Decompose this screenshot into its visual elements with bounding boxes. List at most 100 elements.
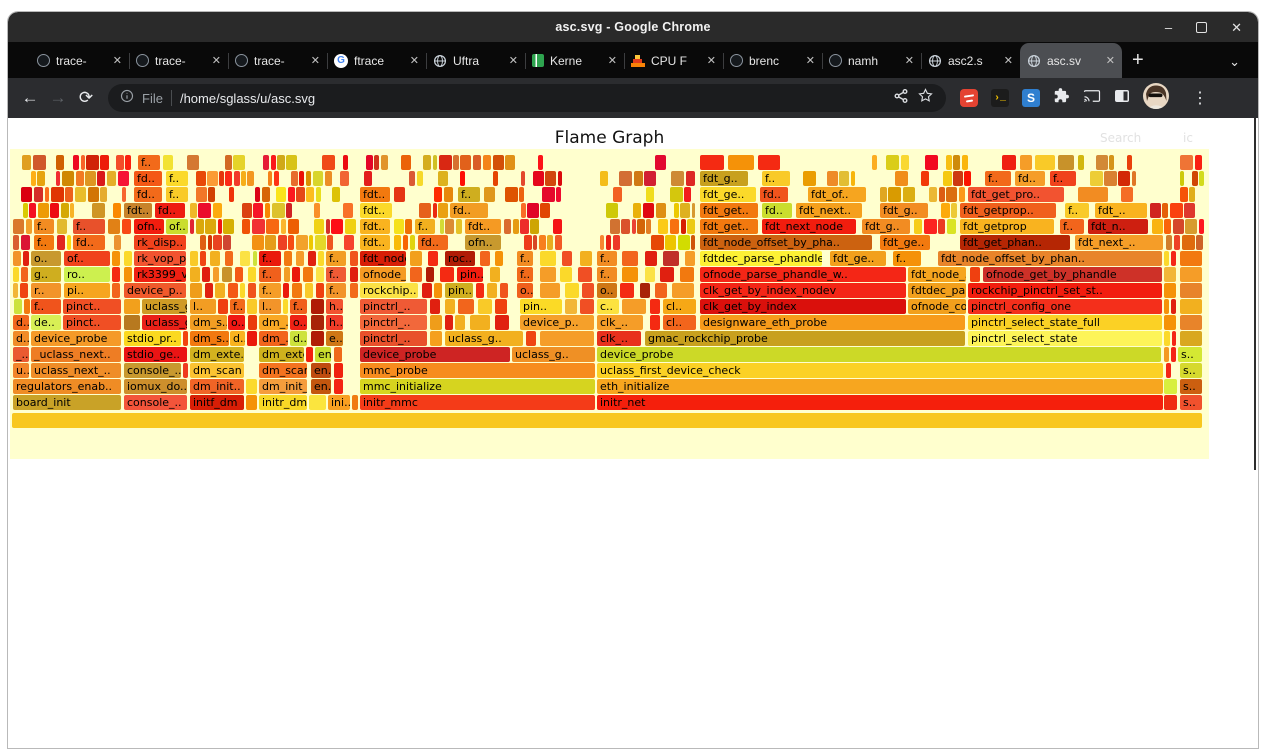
flame-frame-small[interactable] bbox=[493, 171, 498, 186]
flame-frame-small[interactable] bbox=[223, 235, 231, 250]
flame-frame[interactable]: fdt_of.. bbox=[808, 187, 866, 202]
flame-frame-small[interactable] bbox=[803, 171, 816, 186]
flame-frame-small[interactable] bbox=[284, 267, 290, 282]
flame-frame-small[interactable] bbox=[925, 155, 938, 170]
flame-frame-small[interactable] bbox=[253, 251, 257, 266]
flame-frame-small[interactable] bbox=[939, 187, 945, 202]
flame-frame-small[interactable] bbox=[85, 171, 96, 186]
tab-close-icon[interactable]: ✕ bbox=[608, 54, 617, 67]
flame-frame-small[interactable] bbox=[213, 235, 222, 250]
flame-frame-small[interactable] bbox=[1104, 171, 1117, 186]
flame-frame-small[interactable] bbox=[265, 203, 270, 218]
flame-frame-small[interactable] bbox=[218, 219, 222, 234]
flame-frame[interactable]: fd.. bbox=[155, 203, 185, 218]
flame-frame-small[interactable] bbox=[252, 235, 264, 250]
flame-frame-small[interactable] bbox=[951, 203, 957, 218]
tab-uftra[interactable]: Uftra✕ bbox=[426, 43, 525, 78]
flame-frame-small[interactable] bbox=[308, 251, 316, 266]
flame-frame-small[interactable] bbox=[1132, 171, 1136, 186]
flame-frame-small[interactable] bbox=[210, 251, 220, 266]
flame-frame-small[interactable] bbox=[1185, 219, 1197, 234]
flame-frame-small[interactable] bbox=[953, 171, 963, 186]
flame-frame-small[interactable] bbox=[311, 331, 324, 346]
flame-frame-small[interactable] bbox=[643, 203, 654, 218]
flame-frame-small[interactable] bbox=[1199, 171, 1204, 186]
flame-frame[interactable]: f.. bbox=[259, 283, 281, 298]
flame-frame-small[interactable] bbox=[621, 219, 630, 234]
flame-frame-small[interactable] bbox=[331, 219, 343, 234]
flame-frame-small[interactable] bbox=[1184, 203, 1195, 218]
flame-frame-small[interactable] bbox=[314, 219, 324, 234]
flame-frame[interactable]: fdt_get.. bbox=[700, 219, 758, 234]
flame-frame[interactable]: roc.. bbox=[445, 251, 475, 266]
terminal-extension-icon[interactable]: ›_ bbox=[991, 89, 1009, 107]
flame-frame-small[interactable] bbox=[620, 283, 634, 298]
flame-frame-small[interactable] bbox=[580, 299, 594, 314]
flame-frame-small[interactable] bbox=[271, 155, 276, 170]
flame-frame-small[interactable] bbox=[430, 315, 442, 330]
flame-frame-small[interactable] bbox=[350, 267, 358, 282]
flame-frame-small[interactable] bbox=[248, 315, 257, 330]
flame-frame-small[interactable] bbox=[374, 155, 379, 170]
flame-frame-small[interactable] bbox=[680, 267, 694, 282]
flame-frame-small[interactable] bbox=[964, 171, 971, 186]
flame-frame-small[interactable] bbox=[247, 171, 254, 186]
flame-frame-small[interactable] bbox=[345, 219, 356, 234]
flame-frame-small[interactable] bbox=[305, 283, 313, 298]
flame-frame-small[interactable] bbox=[190, 251, 198, 266]
flame-frame[interactable]: d.. bbox=[230, 331, 245, 346]
flame-frame-small[interactable] bbox=[334, 347, 342, 362]
flame-frame-small[interactable] bbox=[51, 187, 64, 202]
flame-frame[interactable]: dm_scan bbox=[259, 363, 307, 378]
flame-frame-small[interactable] bbox=[306, 171, 311, 186]
flame-frame-small[interactable] bbox=[538, 155, 543, 170]
window-titlebar[interactable]: asc.svg - Google Chrome – ✕ bbox=[8, 12, 1258, 42]
flame-frame-small[interactable] bbox=[619, 171, 632, 186]
flame-frame-small[interactable] bbox=[555, 235, 562, 250]
flame-frame[interactable]: pinctrl_.. bbox=[360, 315, 427, 330]
flame-frame-small[interactable] bbox=[242, 219, 250, 234]
flame-frame[interactable]: fd.. bbox=[1015, 171, 1045, 186]
flame-frame-small[interactable] bbox=[578, 267, 592, 282]
flame-frame-small[interactable] bbox=[953, 155, 960, 170]
flame-frame[interactable]: f.. bbox=[138, 155, 160, 170]
flame-frame-small[interactable] bbox=[914, 219, 922, 234]
flame-frame-small[interactable] bbox=[483, 155, 491, 170]
flame-frame-small[interactable] bbox=[433, 203, 437, 218]
flame-frame[interactable]: fdt_n.. bbox=[1088, 219, 1148, 234]
flame-frame-small[interactable] bbox=[309, 235, 313, 250]
flame-frame-small[interactable] bbox=[872, 155, 877, 170]
flame-frame[interactable]: fdt_getprop.. bbox=[960, 203, 1056, 218]
flame-frame-small[interactable] bbox=[440, 267, 454, 282]
flame-frame[interactable]: fdt.. bbox=[124, 203, 152, 218]
flame-frame-small[interactable] bbox=[252, 219, 265, 234]
flame-frame[interactable]: dm_.. bbox=[259, 315, 288, 330]
flame-frame-small[interactable] bbox=[190, 203, 197, 218]
flame-frame-small[interactable] bbox=[1164, 395, 1177, 410]
flame-frame-small[interactable] bbox=[470, 315, 490, 330]
flame-frame[interactable]: gmac_rockchip_probe bbox=[645, 331, 965, 346]
flame-frame-small[interactable] bbox=[124, 315, 140, 330]
flame-frame-small[interactable] bbox=[533, 235, 537, 250]
flame-frame-small[interactable] bbox=[1180, 155, 1193, 170]
flame-frame[interactable]: en.. bbox=[311, 363, 331, 378]
flame-frame[interactable]: regulators_enab.. bbox=[13, 379, 121, 394]
flame-frame[interactable]: g.. bbox=[31, 267, 61, 282]
flame-frame[interactable]: ofnode_cou.. bbox=[908, 299, 966, 314]
flame-frame-small[interactable] bbox=[533, 171, 544, 186]
flame-frame-small[interactable] bbox=[246, 395, 257, 410]
flame-frame-small[interactable] bbox=[656, 203, 666, 218]
flame-frame[interactable]: pin.. bbox=[520, 299, 562, 314]
flame-frame[interactable]: l.. bbox=[190, 299, 216, 314]
flame-frame[interactable]: f.. bbox=[34, 219, 54, 234]
flame-frame-small[interactable] bbox=[644, 171, 656, 186]
flame-frame-small[interactable] bbox=[1164, 267, 1176, 282]
flame-frame-small[interactable] bbox=[456, 219, 462, 234]
flame-frame-small[interactable] bbox=[248, 267, 256, 282]
flame-frame[interactable]: fdt_.. bbox=[1095, 203, 1147, 218]
flame-frame-small[interactable] bbox=[655, 155, 666, 170]
flame-frame-small[interactable] bbox=[562, 251, 572, 266]
flame-frame-small[interactable] bbox=[292, 283, 302, 298]
flame-frame-small[interactable] bbox=[540, 267, 556, 282]
flame-frame-small[interactable] bbox=[670, 219, 679, 234]
